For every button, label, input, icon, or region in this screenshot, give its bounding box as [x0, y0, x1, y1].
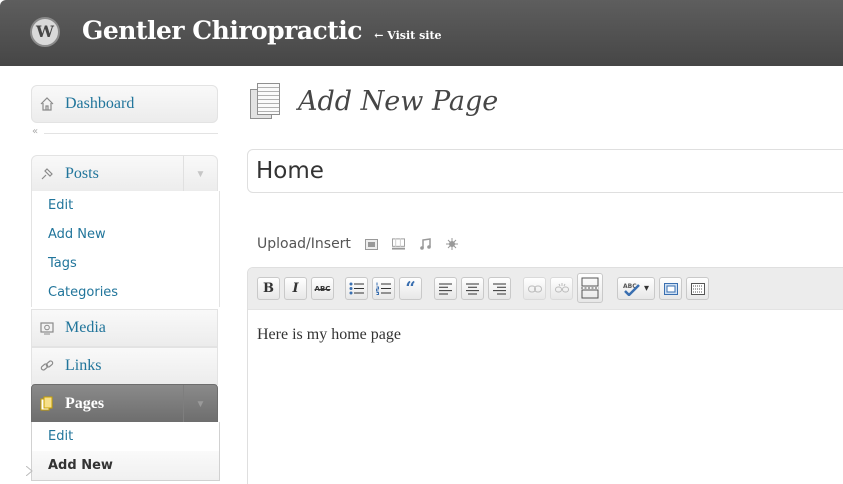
wp-admin-window: W Gentler Chiropractic ← Visit site Dash…	[0, 0, 843, 484]
posts-submenu: Edit Add New Tags Categories	[31, 191, 220, 307]
menu-pages-label: Pages	[65, 395, 105, 412]
pages-submenu: Edit Add New	[25, 422, 220, 481]
main-content: Add New Page Upload/Insert B I ABC	[232, 66, 843, 484]
menu-dashboard-head[interactable]: Dashboard	[32, 86, 217, 122]
page-icon-sheet-front	[257, 83, 280, 115]
wordpress-logo-letter: W	[36, 22, 54, 41]
posts-sub-categories[interactable]: Categories	[32, 278, 219, 307]
pages-sub-add-new-label: Add New	[48, 458, 113, 473]
title-input[interactable]	[256, 156, 836, 186]
unlink-icon[interactable]	[550, 277, 573, 300]
links-chain-icon	[39, 358, 55, 374]
menu-media[interactable]: Media	[31, 309, 218, 347]
pages-sub-add-new[interactable]: Add New	[25, 451, 219, 480]
posts-sub-add-new[interactable]: Add New	[32, 220, 219, 249]
admin-header: W Gentler Chiropractic ← Visit site	[0, 0, 843, 66]
add-media-icon[interactable]	[446, 238, 459, 250]
italic-button[interactable]: I	[284, 277, 307, 300]
pages-sub-edit[interactable]: Edit	[32, 422, 219, 451]
posts-sub-edit[interactable]: Edit	[32, 191, 219, 220]
align-center-icon[interactable]	[461, 277, 484, 300]
menu-pages-head[interactable]: Pages ▼	[32, 385, 217, 423]
blockquote-button[interactable]: “	[399, 277, 422, 300]
page-title: Add New Page	[298, 86, 499, 117]
menu-posts-head[interactable]: Posts ▼	[32, 156, 217, 192]
insert-link-icon[interactable]	[523, 277, 546, 300]
menu-dashboard[interactable]: Dashboard	[31, 85, 218, 123]
editor-content-text[interactable]: Here is my home page	[257, 326, 401, 344]
add-audio-icon[interactable]	[419, 238, 432, 250]
spellcheck-button[interactable]: ABC ▾	[617, 277, 655, 300]
menu-pages[interactable]: Pages ▼	[31, 384, 218, 424]
wordpress-logo-icon[interactable]: W	[30, 17, 60, 47]
pages-toggle-icon[interactable]: ▼	[183, 385, 217, 423]
posts-sub-tags[interactable]: Tags	[32, 249, 219, 278]
align-left-icon[interactable]	[434, 277, 457, 300]
menu-collapse[interactable]: «	[32, 126, 218, 140]
pages-icon	[39, 396, 55, 412]
menu-posts-label: Posts	[65, 165, 99, 182]
menu-posts[interactable]: Posts ▼	[31, 155, 218, 193]
editor-box[interactable]: B I ABC “ ABC ▾ Here is my home page	[247, 267, 843, 484]
fullscreen-icon[interactable]	[659, 277, 682, 300]
menu-links-head[interactable]: Links	[32, 348, 217, 384]
upload-insert-row: Upload/Insert	[257, 234, 459, 254]
title-field-box[interactable]	[247, 149, 843, 193]
align-right-icon[interactable]	[488, 277, 511, 300]
kitchen-sink-icon[interactable]	[686, 277, 709, 300]
posts-pin-icon	[39, 166, 55, 182]
posts-toggle-icon[interactable]: ▼	[183, 156, 217, 192]
site-title-text: Gentler Chiropractic	[82, 16, 363, 45]
upload-insert-label: Upload/Insert	[257, 236, 351, 252]
menu-links-label: Links	[65, 357, 102, 374]
current-item-arrow-icon	[25, 460, 34, 477]
editor-toolbar: B I ABC “ ABC ▾	[248, 268, 843, 310]
menu-media-label: Media	[65, 319, 106, 336]
site-title: Gentler Chiropractic ← Visit site	[82, 16, 442, 45]
page-title-icon	[250, 83, 280, 119]
collapse-arrow-icon: «	[32, 126, 39, 137]
strikethrough-button[interactable]: ABC	[311, 277, 334, 300]
admin-sidebar: Dashboard « Posts ▼ Edit Add New Tags Ca…	[0, 66, 232, 484]
menu-links[interactable]: Links	[31, 347, 218, 385]
bulleted-list-icon[interactable]	[345, 277, 368, 300]
menu-media-head[interactable]: Media	[32, 310, 217, 346]
spellcheck-dropdown-icon[interactable]: ▾	[644, 283, 649, 294]
dashboard-icon	[39, 96, 55, 112]
collapse-divider	[44, 133, 218, 134]
media-icon	[39, 320, 55, 336]
bold-button[interactable]: B	[257, 277, 280, 300]
add-image-icon[interactable]	[364, 238, 378, 250]
menu-dashboard-label: Dashboard	[65, 95, 135, 112]
insert-more-icon[interactable]	[577, 273, 603, 303]
visit-site-link[interactable]: ← Visit site	[374, 29, 441, 42]
numbered-list-icon[interactable]	[372, 277, 395, 300]
add-gallery-icon[interactable]	[391, 238, 405, 250]
